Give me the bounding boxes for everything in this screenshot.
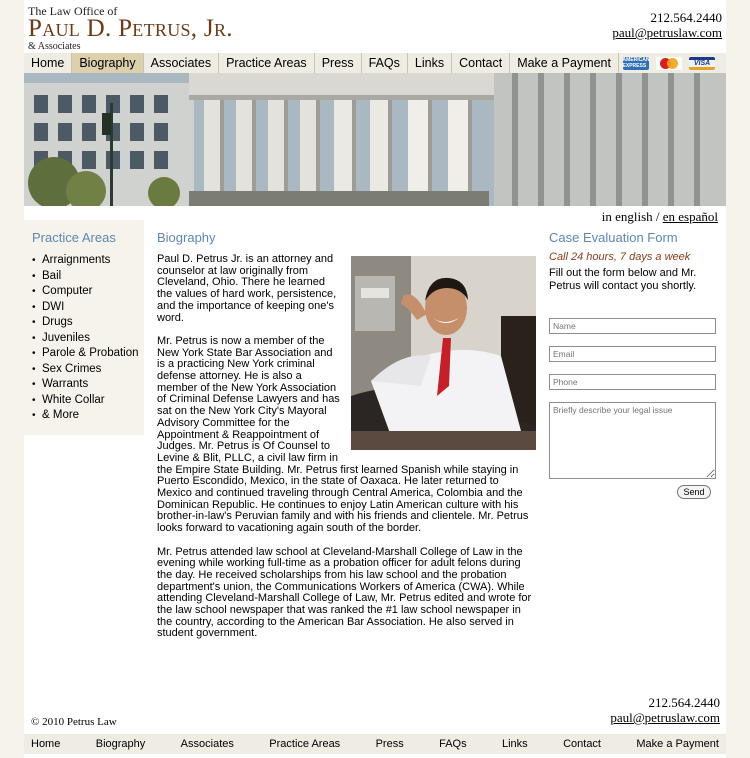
mastercard-icon	[656, 56, 682, 70]
form-intro: Fill out the form below and Mr. Petrus w…	[549, 267, 697, 292]
nav-faqs[interactable]: FAQs	[362, 53, 408, 73]
name-field[interactable]	[549, 318, 716, 334]
sidebar-heading: Practice Areas	[32, 230, 116, 245]
logo-subtitle: & Associates	[28, 41, 81, 52]
bio-paragraph-3: Mr. Petrus attended law school at Clevel…	[157, 545, 532, 640]
practice-areas-list: Arraignments Bail Computer DWI Drugs Juv…	[32, 253, 139, 424]
biography-content: Paul D. Petrus Jr. is an attorney and co…	[157, 253, 536, 652]
footer-nav-faqs[interactable]: FAQs	[439, 738, 467, 750]
phone-field[interactable]	[549, 374, 716, 390]
visa-card-icon: VISA	[689, 56, 715, 70]
language-switcher: in english / en español	[602, 209, 718, 225]
footer-nav-make-a-payment[interactable]: Make a Payment	[636, 738, 719, 750]
sidebar-item-drugs[interactable]: Drugs	[32, 315, 139, 331]
logo-name: Paul D. Petrus, Jr.	[28, 15, 233, 42]
send-button[interactable]: Send	[677, 485, 711, 499]
attorney-photo	[351, 256, 536, 450]
sidebar-item-bail[interactable]: Bail	[32, 269, 139, 285]
case-evaluation-form: Case Evaluation Form Call 24 hours, 7 da…	[549, 230, 719, 499]
nav-biography[interactable]: Biography	[72, 53, 144, 73]
nav-practice-areas[interactable]: Practice Areas	[219, 53, 315, 73]
main-nav: Home Biography Associates Practice Areas…	[24, 53, 726, 73]
lang-english[interactable]: in english	[602, 209, 653, 224]
sidebar-item-parole-probation[interactable]: Parole & Probation	[32, 346, 139, 362]
biography-heading: Biography	[157, 230, 216, 245]
footer-nav-contact[interactable]: Contact	[563, 738, 601, 750]
payment-cards: AMERICAN EXPRESS VISA	[622, 56, 726, 70]
form-heading: Case Evaluation Form	[549, 230, 678, 245]
nav-links[interactable]: Links	[408, 53, 453, 73]
copyright: © 2010 Petrus Law	[31, 716, 117, 728]
footer-nav-home[interactable]: Home	[31, 738, 60, 750]
form-callout: Call 24 hours, 7 days a week	[549, 251, 691, 263]
email-field[interactable]	[549, 346, 716, 362]
nav-associates[interactable]: Associates	[144, 53, 220, 73]
header-phone: 212.564.2440	[650, 10, 723, 25]
lang-spanish-link[interactable]: en español	[663, 209, 718, 224]
footer-nav: Home Biography Associates Practice Areas…	[24, 734, 726, 754]
footer-nav-links[interactable]: Links	[502, 738, 528, 750]
sidebar-item-juveniles[interactable]: Juveniles	[32, 331, 139, 347]
lang-separator: /	[655, 209, 660, 224]
header-contact: 212.564.2440 paul@petruslaw.com	[612, 10, 722, 40]
footer-email-link[interactable]: paul@petruslaw.com	[610, 710, 720, 725]
nav-contact[interactable]: Contact	[452, 53, 511, 73]
sidebar-item-sex-crimes[interactable]: Sex Crimes	[32, 362, 139, 378]
page: The Law Office of Paul D. Petrus, Jr. & …	[24, 0, 726, 758]
sidebar-item-arraignments[interactable]: Arraignments	[32, 253, 139, 269]
nav-press[interactable]: Press	[315, 53, 362, 73]
sidebar-item-warrants[interactable]: Warrants	[32, 377, 139, 393]
footer-nav-associates[interactable]: Associates	[181, 738, 234, 750]
sidebar-item-more[interactable]: & More	[32, 408, 139, 424]
legal-issue-textarea[interactable]	[549, 402, 716, 479]
sidebar-item-computer[interactable]: Computer	[32, 284, 139, 300]
practice-areas-sidebar: Practice Areas Arraignments Bail Compute…	[24, 220, 144, 435]
sidebar-item-dwi[interactable]: DWI	[32, 300, 139, 316]
footer-nav-biography[interactable]: Biography	[96, 738, 146, 750]
courthouse-banner-image	[24, 73, 726, 206]
footer-nav-practice-areas[interactable]: Practice Areas	[269, 738, 340, 750]
footer-nav-press[interactable]: Press	[376, 738, 404, 750]
site-logo[interactable]: The Law Office of Paul D. Petrus, Jr. & …	[28, 5, 233, 52]
amex-card-icon: AMERICAN EXPRESS	[622, 56, 650, 70]
footer-phone: 212.564.2440	[648, 695, 721, 710]
nav-make-a-payment[interactable]: Make a Payment	[510, 53, 619, 73]
footer-contact: 212.564.2440 paul@petruslaw.com	[610, 695, 720, 725]
header-email-link[interactable]: paul@petruslaw.com	[612, 25, 722, 40]
sidebar-item-white-collar[interactable]: White Collar	[32, 393, 139, 409]
nav-home[interactable]: Home	[24, 53, 73, 73]
